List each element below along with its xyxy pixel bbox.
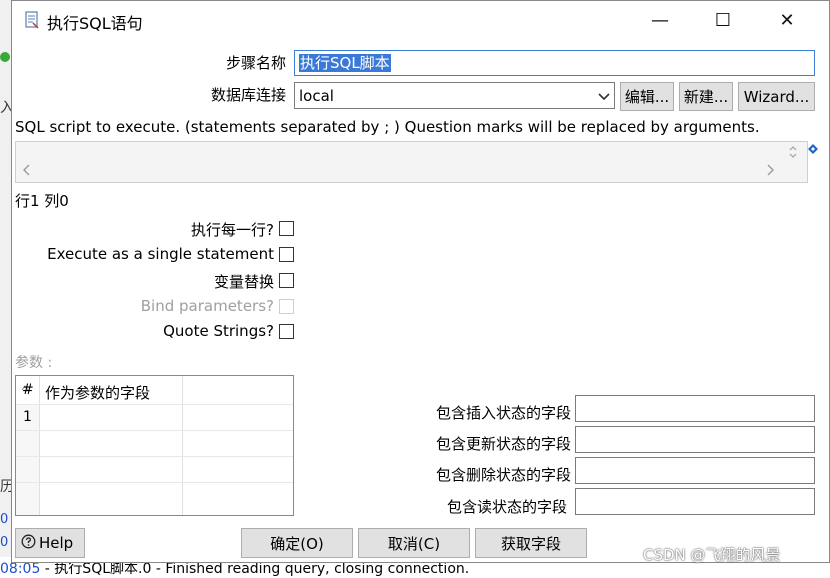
delete-status-field-label: 包含删除状态的字段: [435, 466, 571, 484]
log-time: 08:05: [0, 561, 41, 577]
grid-divider: [16, 482, 293, 483]
grid-divider: [39, 376, 40, 515]
option-variable-substitution-checkbox[interactable]: [279, 273, 294, 288]
option-bind-parameters-label: Bind parameters?: [140, 297, 274, 315]
delete-status-field-input[interactable]: [575, 457, 815, 484]
grid-divider: [16, 456, 293, 457]
help-icon: [21, 534, 36, 553]
db-connection-value: local: [299, 86, 334, 105]
get-fields-button[interactable]: 获取字段: [475, 528, 587, 558]
variable-diamond-icon[interactable]: [807, 141, 819, 159]
window-title: 执行SQL语句: [47, 14, 143, 33]
watermark: CSDN @飞翔的风景: [643, 546, 781, 564]
params-row-field-cell[interactable]: [40, 405, 182, 430]
edit-connection-button[interactable]: 编辑...: [620, 82, 674, 111]
option-single-statement-checkbox[interactable]: [279, 247, 294, 262]
option-single-statement-label: Execute as a single statement: [47, 245, 274, 263]
minimize-button[interactable]: —: [637, 6, 683, 34]
params-label: 参数 :: [15, 355, 53, 371]
update-status-field-label: 包含更新状态的字段: [435, 435, 571, 453]
read-status-field-label: 包含读状态的字段: [446, 498, 567, 516]
option-variable-substitution-label: 变量替换: [213, 273, 274, 291]
scroll-left-icon[interactable]: [22, 163, 32, 181]
success-check-icon: [0, 52, 10, 62]
step-name-label: 步骤名称: [225, 54, 286, 72]
option-execute-each-row-checkbox[interactable]: [279, 221, 294, 236]
option-quote-strings-checkbox[interactable]: [279, 324, 294, 339]
option-execute-each-row-label: 执行每一行?: [191, 221, 274, 239]
insert-status-field-label: 包含插入状态的字段: [435, 404, 571, 422]
cursor-position: 行1 列0: [15, 192, 69, 210]
update-status-field-input[interactable]: [575, 426, 815, 453]
step-name-input[interactable]: 执行SQL脚本: [294, 50, 815, 76]
wizard-button[interactable]: Wizard...: [738, 82, 815, 111]
maximize-button[interactable]: ☐: [700, 6, 746, 34]
background-log-number: 0: [0, 512, 9, 527]
new-connection-button[interactable]: 新建...: [679, 82, 733, 111]
help-button[interactable]: Help: [15, 528, 85, 558]
grid-divider: [182, 376, 183, 515]
log-text: - 执行SQL脚本.0 - Finished reading query, cl…: [40, 561, 470, 577]
params-col-field[interactable]: 作为参数的字段: [45, 382, 150, 403]
db-connection-label: 数据库连接: [210, 86, 286, 104]
chevron-down-icon: [598, 87, 610, 105]
ok-button[interactable]: 确定(O): [241, 528, 353, 558]
sql-script-editor[interactable]: [15, 141, 808, 183]
scroll-updown-icon[interactable]: [787, 143, 799, 165]
option-quote-strings-label: Quote Strings?: [163, 322, 274, 340]
cancel-button[interactable]: 取消(C): [358, 528, 470, 558]
sql-script-icon: [24, 11, 40, 29]
read-status-field-input[interactable]: [575, 488, 815, 515]
scroll-right-icon[interactable]: [765, 163, 775, 181]
option-bind-parameters-checkbox: [279, 299, 294, 314]
params-col-hash: #: [22, 382, 34, 398]
params-row-number: 1: [23, 409, 32, 425]
db-connection-select[interactable]: local: [294, 82, 615, 109]
grid-divider: [16, 430, 293, 431]
step-name-value: 执行SQL脚本: [299, 54, 391, 72]
close-button[interactable]: ✕: [764, 6, 810, 34]
sql-instructions: SQL script to execute. (statements separ…: [15, 118, 760, 136]
help-label: Help: [39, 534, 74, 552]
background-log-number: 0: [0, 535, 9, 550]
insert-status-field-input[interactable]: [575, 395, 815, 422]
